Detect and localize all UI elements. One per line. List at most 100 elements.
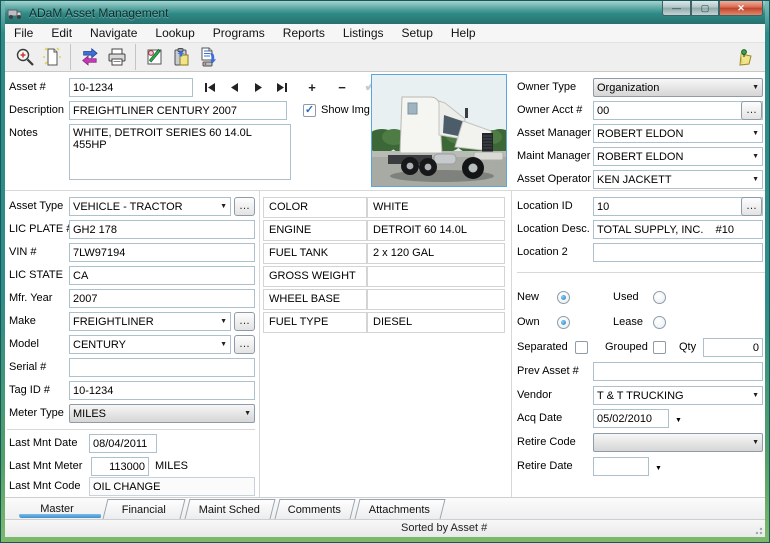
owner-acct-lookup-button[interactable]: … <box>741 101 762 120</box>
mfr-year-input[interactable] <box>69 289 255 308</box>
last-mnt-meter-input[interactable] <box>91 457 149 476</box>
description-input[interactable] <box>69 101 287 120</box>
transfer-button[interactable] <box>76 44 103 70</box>
retire-code-combo[interactable]: ▼ <box>593 433 763 452</box>
maximize-button[interactable]: ▢ <box>691 1 719 16</box>
next-record-button[interactable] <box>249 78 267 96</box>
tag-id-input[interactable] <box>69 381 255 400</box>
lic-plate-input[interactable] <box>69 220 255 239</box>
make-label: Make <box>9 315 36 327</box>
last-mnt-date-label: Last Mnt Date <box>9 437 78 449</box>
model-lookup-button[interactable]: … <box>234 335 255 354</box>
make-lookup-button[interactable]: … <box>234 312 255 331</box>
previous-record-button[interactable] <box>225 78 243 96</box>
menu-listings[interactable]: Listings <box>334 24 393 43</box>
menu-bar: File Edit Navigate Lookup Programs Repor… <box>5 24 765 43</box>
paste-button[interactable] <box>168 44 195 70</box>
notes-button[interactable] <box>732 44 759 70</box>
vendor-label: Vendor <box>517 389 552 401</box>
menu-file[interactable]: File <box>5 24 42 43</box>
make-combo[interactable]: FREIGHTLINER ▼ <box>69 312 231 331</box>
spec-value-cell[interactable]: 2 x 120 GAL <box>367 243 505 264</box>
spec-value-cell[interactable]: DETROIT 60 14.0L <box>367 220 505 241</box>
menu-navigate[interactable]: Navigate <box>81 24 146 43</box>
serial-input[interactable] <box>69 358 255 377</box>
location-lookup-button[interactable]: … <box>741 197 762 216</box>
asset-type-lookup-button[interactable]: … <box>234 197 255 216</box>
menu-help[interactable]: Help <box>442 24 485 43</box>
last-mnt-date-input[interactable] <box>89 434 157 453</box>
asset-operator-combo[interactable]: KEN JACKETT ▼ <box>593 170 763 189</box>
tab-financial[interactable]: Financial <box>102 499 186 519</box>
qty-input[interactable] <box>703 338 763 357</box>
menu-edit[interactable]: Edit <box>42 24 81 43</box>
last-mnt-code-input[interactable] <box>89 477 255 496</box>
spec-label-cell: WHEEL BASE <box>263 289 367 310</box>
meter-type-combo[interactable]: MILES ▼ <box>69 404 255 423</box>
new-record-button[interactable] <box>38 44 65 70</box>
window-title: ADaM Asset Management <box>29 5 169 20</box>
tab-comments[interactable]: Comments <box>274 499 356 519</box>
lease-radio[interactable] <box>653 316 666 329</box>
prev-asset-label: Prev Asset # <box>517 365 579 377</box>
delete-record-button[interactable]: − <box>333 78 351 96</box>
acq-date-dropdown-icon[interactable]: ▼ <box>675 411 682 430</box>
tab-attachments[interactable]: Attachments <box>354 499 446 519</box>
used-radio[interactable] <box>653 291 666 304</box>
close-button[interactable]: ✕ <box>719 1 763 16</box>
export-button[interactable] <box>195 44 222 70</box>
retire-date-input[interactable] <box>593 457 649 476</box>
tab-bar: Master Financial Maint Sched Comments At… <box>5 497 765 519</box>
resize-grip-icon[interactable] <box>753 525 763 535</box>
first-record-icon <box>205 82 215 92</box>
lic-state-input[interactable] <box>69 266 255 285</box>
last-record-button[interactable] <box>273 78 291 96</box>
notes-input[interactable]: WHITE, DETROIT SERIES 60 14.0L 455HP <box>69 124 291 180</box>
notes-label: Notes <box>9 127 38 139</box>
spec-label-cell: ENGINE <box>263 220 367 241</box>
add-record-button[interactable]: + <box>303 78 321 96</box>
previous-record-icon <box>230 82 238 92</box>
maint-manager-combo[interactable]: ROBERT ELDON ▼ <box>593 147 763 166</box>
print-button[interactable] <box>103 44 130 70</box>
location-id-input[interactable] <box>593 197 763 216</box>
separated-checkbox[interactable] <box>575 341 588 354</box>
menu-lookup[interactable]: Lookup <box>146 24 203 43</box>
asset-type-combo[interactable]: VEHICLE - TRACTOR ▼ <box>69 197 231 216</box>
menu-programs[interactable]: Programs <box>204 24 274 43</box>
asset-photo[interactable] <box>366 74 514 187</box>
title-bar[interactable]: ADaM Asset Management — ▢ ✕ <box>5 1 765 24</box>
vendor-combo[interactable]: T & T TRUCKING ▼ <box>593 386 763 405</box>
own-radio[interactable] <box>557 316 570 329</box>
form-area: Asset # + − ✔ ✖ Description ✓ Show Img N… <box>5 72 765 497</box>
location2-input[interactable] <box>593 243 763 262</box>
acq-date-input[interactable] <box>593 409 669 428</box>
menu-reports[interactable]: Reports <box>274 24 334 43</box>
grouped-checkbox[interactable] <box>653 341 666 354</box>
owner-acct-input[interactable] <box>593 101 763 120</box>
owner-type-combo[interactable]: Organization ▼ <box>593 78 763 97</box>
qty-label: Qty <box>679 341 697 353</box>
spec-value-cell[interactable]: DIESEL <box>367 312 505 333</box>
tab-maint-sched[interactable]: Maint Sched <box>184 499 276 519</box>
last-mnt-code-label: Last Mnt Code <box>9 480 81 492</box>
asset-number-input[interactable] <box>69 78 193 97</box>
edit-document-icon <box>147 48 161 65</box>
vin-input[interactable] <box>69 243 255 262</box>
prev-asset-input[interactable] <box>593 362 763 381</box>
spec-value-cell[interactable] <box>367 289 505 310</box>
edit-record-button[interactable] <box>141 44 168 70</box>
new-radio[interactable] <box>557 291 570 304</box>
minimize-button[interactable]: — <box>662 1 691 16</box>
show-img-checkbox[interactable]: ✓ <box>303 104 316 117</box>
asset-manager-combo[interactable]: ROBERT ELDON ▼ <box>593 124 763 143</box>
first-record-button[interactable] <box>201 78 219 96</box>
spec-value-cell[interactable] <box>367 266 505 287</box>
menu-setup[interactable]: Setup <box>393 24 442 43</box>
spec-value-cell[interactable]: WHITE <box>367 197 505 218</box>
retire-date-dropdown-icon[interactable]: ▼ <box>655 459 662 478</box>
section-divider <box>5 190 765 191</box>
location-desc-input[interactable] <box>593 220 763 239</box>
find-button[interactable] <box>11 44 38 70</box>
model-combo[interactable]: CENTURY ▼ <box>69 335 231 354</box>
